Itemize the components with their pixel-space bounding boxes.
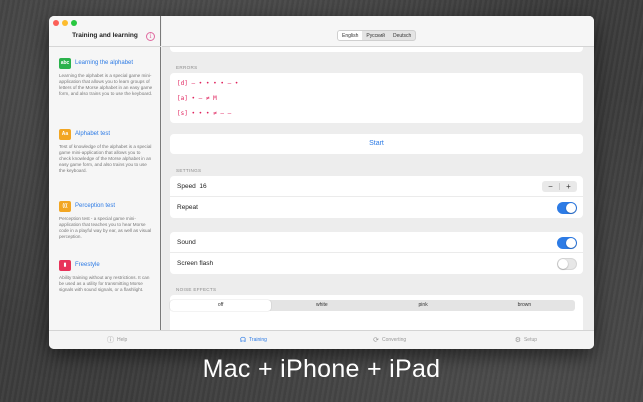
sound-toggle[interactable]	[557, 237, 577, 249]
language-option-german[interactable]: Deutsch	[389, 31, 415, 40]
zoom-window-button[interactable]	[71, 20, 77, 26]
speed-decrease-button[interactable]: −	[542, 181, 559, 192]
sidebar-item-label: Perception test	[75, 203, 116, 209]
settings-card: Speed 16 − + Repeat	[170, 176, 583, 218]
tab-help[interactable]: ⓘ Help	[49, 331, 185, 349]
speed-increase-button[interactable]: +	[560, 181, 577, 192]
error-line: [d] — • • • • — •	[177, 80, 239, 87]
noise-option-brown[interactable]: brown	[474, 300, 575, 311]
noise-section-label: NOISE EFFECTS	[176, 287, 217, 292]
repeat-row: Repeat	[170, 197, 583, 218]
screen-flash-label: Screen flash	[177, 260, 214, 267]
sidebar-divider	[49, 46, 161, 47]
repeat-toggle[interactable]	[557, 202, 577, 214]
language-option-english[interactable]: English	[338, 31, 363, 40]
headphones-icon: ☊	[239, 336, 247, 344]
toggle-knob	[558, 259, 568, 269]
start-card: Start	[170, 134, 583, 154]
tab-training[interactable]: ☊ Training	[185, 331, 321, 349]
sidebar-item-label: Freestyle	[75, 262, 100, 268]
refresh-icon: ⟳	[373, 336, 379, 344]
language-option-russian[interactable]: Русский	[362, 31, 389, 40]
sidebar-item-label: Learning the alphabet	[75, 60, 134, 66]
noise-option-pink[interactable]: pink	[373, 300, 474, 311]
sound-label: Sound	[177, 239, 196, 246]
screen-flash-row: Screen flash	[170, 253, 583, 274]
sidebar-item-description: Perception test - a special game mini-ap…	[59, 216, 152, 239]
app-window: Training and learning i abc Learning the…	[49, 16, 594, 349]
toggle-knob	[566, 203, 576, 213]
tab-converting[interactable]: ⟳ Converting	[322, 331, 458, 349]
previous-section-card	[170, 47, 583, 52]
speed-label: Speed 16	[177, 176, 207, 197]
screen-flash-toggle[interactable]	[557, 258, 577, 270]
error-line: [s] • • • ≠ — —	[177, 110, 232, 117]
abc-icon: abc	[59, 57, 71, 69]
sidebar-item-learning-alphabet[interactable]: abc Learning the alphabet Learning the a…	[59, 57, 153, 97]
tab-bar: ⓘ Help ☊ Training ⟳ Converting ⚙ Setup	[49, 330, 594, 349]
sidebar: Training and learning i abc Learning the…	[49, 16, 161, 330]
tab-setup[interactable]: ⚙ Setup	[458, 331, 594, 349]
sidebar-item-freestyle[interactable]: ▮ Freestyle Ability training without any…	[59, 259, 153, 293]
speed-stepper[interactable]: − +	[542, 181, 577, 192]
toolbar: English Русский Deutsch i ☆	[162, 16, 594, 47]
sidebar-item-description: Test of knowledge of the alphabet is a s…	[59, 144, 152, 173]
speed-row: Speed 16 − +	[170, 176, 583, 197]
main-panel: English Русский Deutsch i ☆ ERRORS [d] —…	[162, 16, 594, 330]
feedback-card: Sound Screen flash	[170, 232, 583, 274]
sidebar-info-icon[interactable]: i	[146, 32, 155, 41]
language-selector[interactable]: English Русский Deutsch	[337, 30, 417, 41]
error-line: [a] • — ≠ M	[177, 95, 217, 102]
tab-label: Setup	[523, 337, 538, 343]
toggle-knob	[566, 238, 576, 248]
help-icon: ⓘ	[106, 336, 114, 344]
noise-selector[interactable]: off white pink brown	[170, 300, 575, 311]
sound-row: Sound	[170, 232, 583, 253]
repeat-label: Repeat	[177, 204, 198, 211]
sidebar-item-perception-test[interactable]: ((( Perception test Perception test - a …	[59, 200, 153, 240]
noise-option-white[interactable]: white	[271, 300, 372, 311]
errors-section-label: ERRORS	[176, 65, 198, 70]
sidebar-title: Training and learning	[72, 32, 138, 39]
close-window-button[interactable]	[53, 20, 59, 26]
window-controls	[53, 20, 77, 26]
promo-tagline: Mac + iPhone + iPad	[202, 355, 441, 383]
tab-label: Training	[249, 337, 267, 343]
gear-icon: ⚙	[514, 336, 521, 344]
speed-value: 16	[199, 183, 207, 190]
tab-label: Help	[116, 337, 128, 343]
speed-label-text: Speed	[177, 183, 196, 190]
errors-card: [d] — • • • • — • [a] • — ≠ M [s] • • • …	[170, 73, 583, 123]
sound-wave-icon: (((	[59, 200, 71, 212]
tab-label: Converting	[381, 337, 407, 343]
settings-section-label: SETTINGS	[176, 168, 202, 173]
flashlight-icon: ▮	[59, 259, 71, 271]
sidebar-item-description: Learning the alphabet is a special game …	[59, 73, 153, 96]
sidebar-item-description: Ability training without any restriction…	[59, 275, 150, 292]
start-button[interactable]: Start	[170, 134, 583, 154]
letters-icon: Aa	[59, 128, 71, 140]
noise-option-off[interactable]: off	[170, 300, 272, 311]
sidebar-item-label: Alphabet test	[75, 131, 111, 137]
minimize-window-button[interactable]	[62, 20, 68, 26]
sidebar-item-alphabet-test[interactable]: Aa Alphabet test Test of knowledge of th…	[59, 128, 153, 174]
